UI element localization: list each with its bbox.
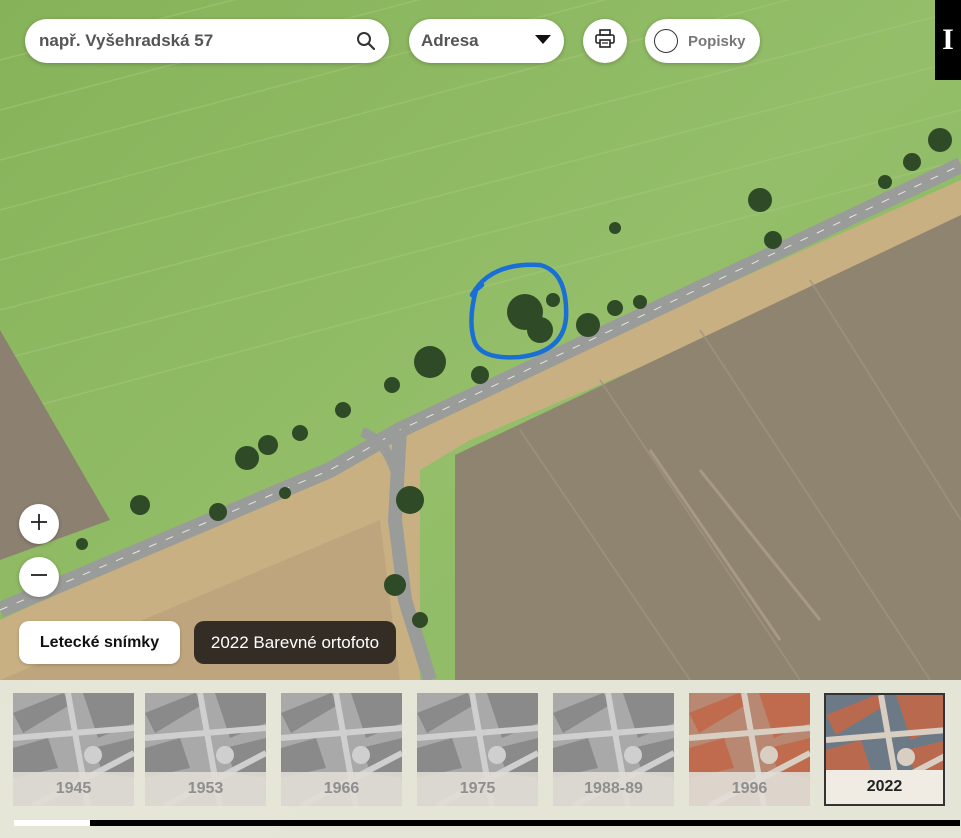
search-input[interactable] (37, 30, 341, 52)
aerial-photos-button[interactable]: Letecké snímky (19, 621, 180, 664)
timeline-year-1966[interactable]: 1966 (281, 693, 402, 806)
timeline-year-1996[interactable]: 1996 (689, 693, 810, 806)
address-type-select[interactable]: Adresa (409, 19, 564, 63)
timeline-year-label: 1988-89 (553, 772, 674, 806)
search-icon[interactable] (355, 30, 377, 52)
plus-icon (29, 512, 49, 537)
timeline-year-1975[interactable]: 1975 (417, 693, 538, 806)
info-button[interactable]: I (935, 0, 961, 80)
timeline-year-label: 1945 (13, 772, 134, 806)
chevron-down-icon (534, 32, 552, 50)
search-box[interactable] (25, 19, 389, 63)
address-type-value: Adresa (421, 31, 479, 50)
timeline-year-label: 1975 (417, 772, 538, 806)
zoom-in-button[interactable] (19, 504, 59, 544)
minus-icon (29, 565, 49, 590)
print-button[interactable] (583, 19, 627, 63)
timeline-year-label: 2022 (826, 770, 943, 804)
zoom-out-button[interactable] (19, 557, 59, 597)
timeline-year-1945[interactable]: 1945 (13, 693, 134, 806)
current-layer-label: 2022 Barevné ortofoto (194, 621, 396, 664)
printer-icon (594, 28, 616, 55)
labels-toggle-label: Popisky (688, 32, 746, 50)
timeline-scroll-thumb[interactable] (14, 820, 90, 826)
timeline-year-label: 1953 (145, 772, 266, 806)
timeline-year-1988-89[interactable]: 1988-89 (553, 693, 674, 806)
labels-radio[interactable] (654, 29, 678, 53)
timeline-year-label: 1996 (689, 772, 810, 806)
year-timeline: 1945 1953 1966 1975 1988-89 1996 2022 (0, 680, 961, 838)
labels-toggle[interactable]: Popisky (645, 19, 760, 63)
timeline-year-label: 1966 (281, 772, 402, 806)
timeline-year-2022[interactable]: 2022 (824, 693, 945, 806)
timeline-year-1953[interactable]: 1953 (145, 693, 266, 806)
timeline-scrollbar[interactable] (14, 820, 960, 826)
